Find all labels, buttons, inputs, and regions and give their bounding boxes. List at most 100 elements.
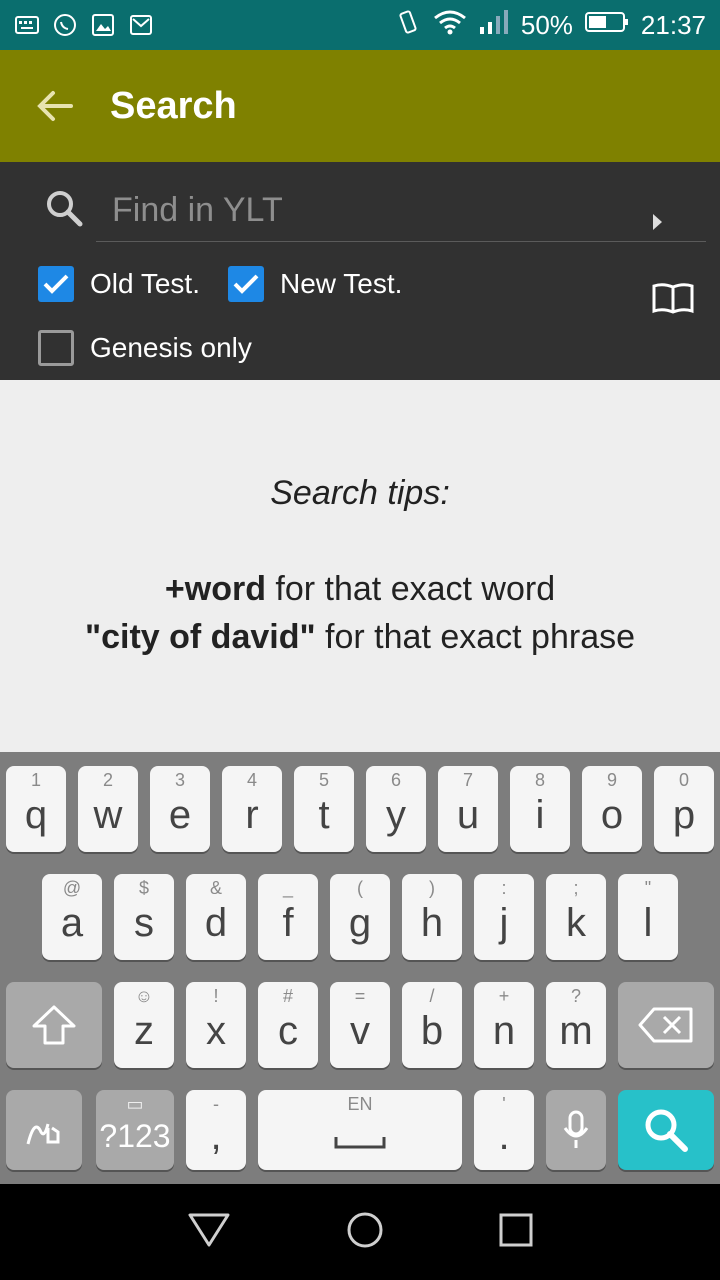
key-label: x <box>206 1008 226 1053</box>
checked-box-icon[interactable] <box>38 266 74 302</box>
key-label: n <box>492 1008 516 1053</box>
key-r[interactable]: 4r <box>222 766 282 852</box>
key-label: g <box>348 900 372 945</box>
key-k[interactable]: ; k <box>546 874 606 960</box>
key-hint: ? <box>570 986 581 1006</box>
tip-term: "city of david" <box>84 618 316 656</box>
symbols-label: ?123 <box>99 1117 171 1154</box>
period-key[interactable]: ' . <box>474 1090 534 1170</box>
key-p[interactable]: 0p <box>654 766 714 852</box>
key-hint: & <box>209 878 222 898</box>
unchecked-box-icon[interactable] <box>38 330 74 366</box>
key-a[interactable]: @ a <box>42 874 102 960</box>
key-hint: 5 <box>318 770 329 790</box>
key-hint: 2 <box>102 770 113 790</box>
tip-text: for that exact phrase <box>315 618 636 656</box>
wifi-icon <box>433 9 467 42</box>
space-icon <box>334 1137 386 1149</box>
key-hint: 7 <box>462 770 473 790</box>
key-m[interactable]: ? m <box>546 982 606 1068</box>
comma-key[interactable]: - , <box>186 1090 246 1170</box>
book-icon[interactable] <box>652 282 694 320</box>
vibrate-icon <box>395 9 421 42</box>
key-t[interactable]: 5t <box>294 766 354 852</box>
key-b[interactable]: / b <box>402 982 462 1068</box>
key-label: b <box>420 1008 444 1053</box>
search-input[interactable] <box>96 180 706 242</box>
key-hint: @ <box>62 878 82 898</box>
key-j[interactable]: :j <box>474 874 534 960</box>
shift-arrow-icon <box>32 1005 76 1045</box>
symbols-key[interactable]: ▭ ?123 <box>96 1090 174 1170</box>
checkbox-genesis-only[interactable]: Genesis only <box>38 330 252 366</box>
key-hint: 3 <box>174 770 185 790</box>
key-d[interactable]: & d <box>186 874 246 960</box>
key-label: p <box>672 792 696 837</box>
key-hint: = <box>354 986 366 1006</box>
backspace-key[interactable] <box>618 982 714 1068</box>
key-hint: ; <box>573 878 579 898</box>
search-panel: Old Test. New Test. Genesis only <box>0 162 720 380</box>
handwriting-key[interactable] <box>6 1090 82 1170</box>
key-label: m <box>559 1008 593 1053</box>
search-icon <box>645 1109 688 1152</box>
tip-text: for that exact word <box>265 570 556 608</box>
checked-box-icon[interactable] <box>228 266 264 302</box>
checkbox-new-testament[interactable]: New Test. <box>228 266 402 302</box>
key-q[interactable]: 1q <box>6 766 66 852</box>
back-triangle-icon[interactable] <box>187 1212 231 1252</box>
key-hint: 6 <box>390 770 401 790</box>
key-e[interactable]: 3e <box>150 766 210 852</box>
key-hint: + <box>498 986 510 1006</box>
search-key[interactable] <box>618 1090 714 1170</box>
search-submit-arrow-icon[interactable] <box>653 214 662 230</box>
recents-square-icon[interactable] <box>499 1213 533 1251</box>
key-hint: 1 <box>30 770 41 790</box>
key-hint: 9 <box>606 770 617 790</box>
keyboard: ▭ ?123 - , EN ' . 1 q 2 w 3 e 4 r 5 t 6 y 7 u 8 i 9 o 0 p @ a… <box>0 752 720 1184</box>
tip-exact-phrase: "city of david" for that exact phrase <box>0 618 720 657</box>
key-label: l <box>643 900 653 945</box>
key-z[interactable]: ☺ z <box>114 982 174 1068</box>
key-label: c <box>278 1008 298 1053</box>
key-f[interactable]: _ f <box>258 874 318 960</box>
microphone-key[interactable] <box>546 1090 606 1170</box>
space-key[interactable]: EN <box>258 1090 462 1170</box>
page-title: Search <box>110 84 237 127</box>
checkbox-old-testament[interactable]: Old Test. <box>38 266 200 302</box>
key-hint: _ <box>282 878 293 898</box>
key-label: , <box>210 1113 222 1158</box>
key-x[interactable]: ! x <box>186 982 246 1068</box>
key-g[interactable]: (g <box>330 874 390 960</box>
key-v[interactable]: = v <box>330 982 390 1068</box>
shift-key[interactable] <box>6 982 102 1068</box>
key-hint: ) <box>429 878 435 898</box>
key-n[interactable]: + n <box>474 982 534 1068</box>
key-label: d <box>204 900 228 945</box>
key-i[interactable]: 8i <box>510 766 570 852</box>
handwriting-icon <box>26 1123 60 1145</box>
key-y[interactable]: 6y <box>366 766 426 852</box>
key-label: . <box>498 1113 510 1158</box>
key-label: q <box>24 792 48 837</box>
key-s[interactable]: $ s <box>114 874 174 960</box>
key-w[interactable]: 2w <box>78 766 138 852</box>
key-hint: ! <box>213 986 219 1006</box>
home-circle-icon[interactable] <box>345 1210 385 1254</box>
key-h[interactable]: ) h <box>402 874 462 960</box>
checkbox-label: Old Test. <box>90 268 200 299</box>
key-label: f <box>282 900 294 945</box>
key-hint: 0 <box>678 770 689 790</box>
back-button[interactable] <box>0 50 110 162</box>
search-tips: Search tips: +word for that exact word "… <box>0 380 720 752</box>
navigation-bar <box>0 1184 720 1280</box>
key-l[interactable]: " l <box>618 874 678 960</box>
key-label: s <box>134 900 154 945</box>
key-c[interactable]: # c <box>258 982 318 1068</box>
checkbox-label: Genesis only <box>90 332 252 363</box>
language-label: EN <box>347 1094 373 1114</box>
key-label: a <box>60 900 84 945</box>
key-u[interactable]: 7u <box>438 766 498 852</box>
key-o[interactable]: 9o <box>582 766 642 852</box>
key-hint: - <box>213 1094 219 1114</box>
